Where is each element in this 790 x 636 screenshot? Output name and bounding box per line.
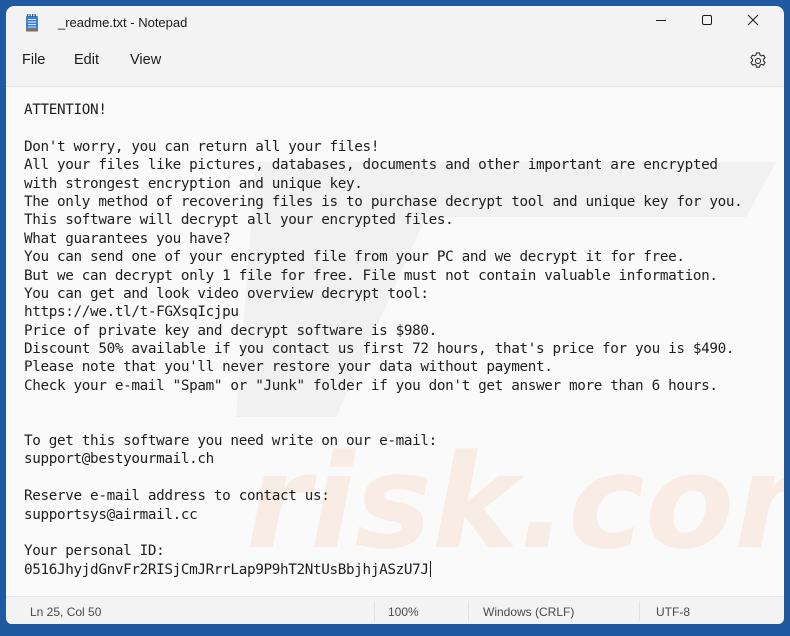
status-bar: Ln 25, Col 50 100% Windows (CRLF) UTF-8 xyxy=(6,596,784,624)
line-ending[interactable]: Windows (CRLF) xyxy=(483,605,574,619)
settings-button[interactable] xyxy=(747,50,769,72)
text-line: Don't worry, you can return all your fil… xyxy=(24,138,380,155)
notepad-icon xyxy=(25,14,39,32)
text-line: You can get and look video overview decr… xyxy=(24,285,429,302)
text-line: All your files like pictures, databases,… xyxy=(24,157,718,174)
text-line: support@bestyourmail.ch xyxy=(24,451,214,468)
gear-icon xyxy=(747,52,769,76)
text-line: This software will decrypt all your encr… xyxy=(24,212,454,229)
minimize-button[interactable] xyxy=(638,6,684,38)
text-line: What guarantees you have? xyxy=(24,230,231,247)
text-editor[interactable]: risk.com ATTENTION!Don't worry, you can … xyxy=(6,86,784,596)
text-line: To get this software you need write on o… xyxy=(24,433,437,450)
text-line xyxy=(24,524,780,542)
text-line xyxy=(24,395,780,413)
status-divider xyxy=(639,601,640,621)
text-line xyxy=(24,469,780,487)
text-line: Check your e-mail "Spam" or "Junk" folde… xyxy=(24,377,718,394)
text-line xyxy=(24,119,780,137)
notepad-window: _readme.txt - Notepad File Edit View ris… xyxy=(6,6,784,624)
status-divider xyxy=(374,601,375,621)
zoom-level[interactable]: 100% xyxy=(388,605,419,619)
text-line xyxy=(24,414,780,432)
title-bar[interactable]: _readme.txt - Notepad xyxy=(6,6,784,40)
menu-bar: File Edit View xyxy=(6,44,784,80)
maximize-button[interactable] xyxy=(684,6,730,38)
text-line: https://we.tl/t-FGXsqIcjpu xyxy=(24,304,239,321)
close-icon xyxy=(747,13,759,31)
text-line: Please note that you'll never restore yo… xyxy=(24,359,553,376)
text-line: with strongest encryption and unique key… xyxy=(24,175,363,192)
maximize-icon xyxy=(701,13,713,31)
window-title: _readme.txt - Notepad xyxy=(58,15,188,30)
text-line: 0516JhyjdGnvFr2RISjCmJRrrLap9P9hT2NtUsBb… xyxy=(24,560,431,578)
text-line: Discount 50% available if you contact us… xyxy=(24,341,735,358)
text-caret xyxy=(429,560,431,577)
text-line: Price of private key and decrypt softwar… xyxy=(24,322,437,339)
close-button[interactable] xyxy=(730,6,776,38)
cursor-position: Ln 25, Col 50 xyxy=(30,605,102,619)
menu-view[interactable]: View xyxy=(130,52,161,68)
status-divider xyxy=(468,601,469,621)
document-text[interactable]: ATTENTION! Don't worry, you can return al… xyxy=(24,101,780,579)
text-line: Your personal ID: xyxy=(24,543,165,560)
text-line: supportsys@airmail.cc xyxy=(24,506,198,523)
minimize-icon xyxy=(655,13,667,31)
menu-edit[interactable]: Edit xyxy=(74,52,99,68)
text-line: The only method of recovering files is t… xyxy=(24,193,743,210)
encoding[interactable]: UTF-8 xyxy=(656,605,690,619)
menu-file[interactable]: File xyxy=(22,52,45,68)
text-line: But we can decrypt only 1 file for free.… xyxy=(24,267,718,284)
text-line: ATTENTION! xyxy=(24,102,107,118)
text-line: Reserve e-mail address to contact us: xyxy=(24,488,330,505)
text-line: You can send one of your encrypted file … xyxy=(24,249,685,266)
